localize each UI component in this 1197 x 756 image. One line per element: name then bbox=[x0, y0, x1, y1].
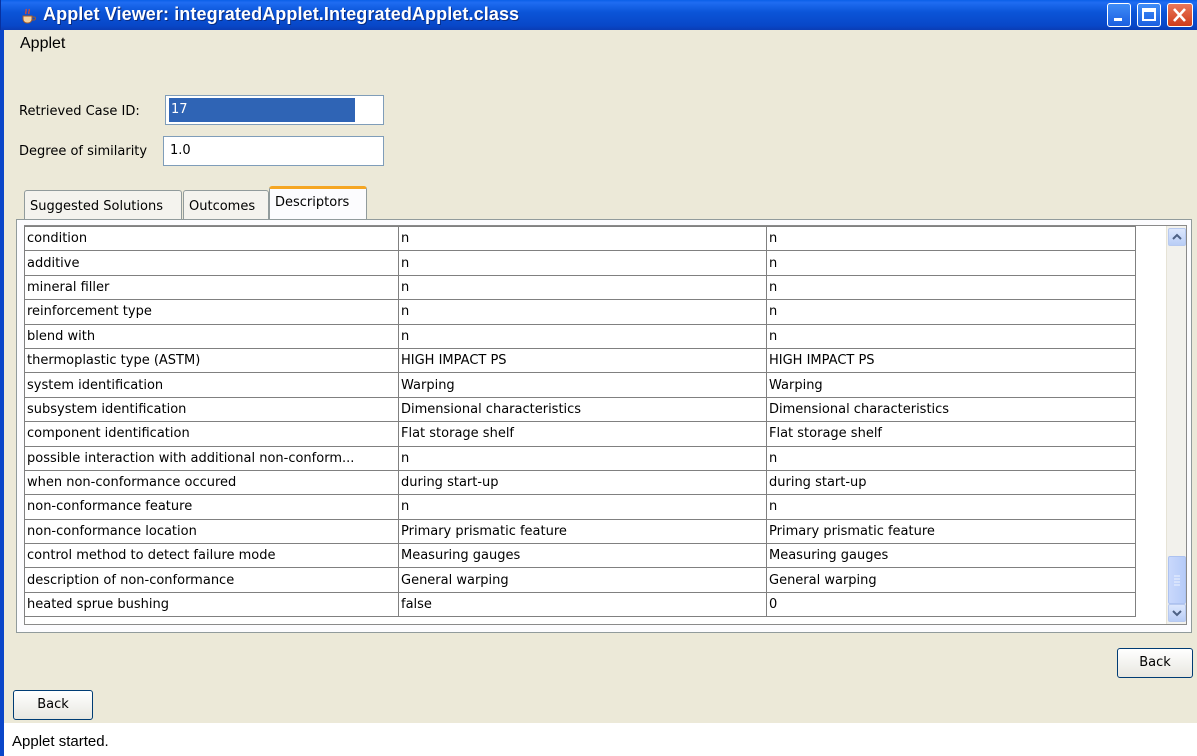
tab-outcomes[interactable]: Outcomes bbox=[183, 190, 269, 220]
case-value-cell[interactable]: n bbox=[766, 250, 1136, 276]
case-value-cell[interactable]: General warping bbox=[766, 567, 1136, 593]
tab-descriptors[interactable]: Descriptors bbox=[269, 186, 367, 221]
case-value-cell[interactable]: Primary prismatic feature bbox=[766, 518, 1136, 545]
table-row[interactable]: component identification Flat storage she… bbox=[24, 421, 1136, 447]
similarity-field[interactable]: 1.0 bbox=[163, 136, 384, 166]
query-value-cell[interactable]: n bbox=[398, 250, 767, 276]
query-value-cell[interactable]: n bbox=[398, 274, 767, 301]
query-value-cell[interactable]: General warping bbox=[398, 567, 767, 593]
query-value-cell[interactable]: n bbox=[398, 445, 767, 471]
table-row[interactable]: control method to detect failure mode Mea… bbox=[24, 543, 1136, 569]
case-value-cell[interactable]: Dimensional characteristics bbox=[766, 396, 1136, 423]
table-row[interactable]: subsystem identification Dimensional char… bbox=[24, 396, 1136, 423]
query-value-cell[interactable]: n bbox=[398, 494, 767, 520]
descriptor-name-cell[interactable]: control method to detect failure mode bbox=[24, 543, 399, 569]
maximize-icon bbox=[1142, 8, 1156, 21]
tab-label: Outcomes bbox=[189, 199, 256, 214]
scroll-up-icon bbox=[1172, 233, 1182, 240]
menu-applet[interactable]: Applet bbox=[20, 35, 65, 53]
case-id-label: Retrieved Case ID: bbox=[19, 104, 140, 119]
table-row[interactable]: when non-conformance occured during start… bbox=[24, 469, 1136, 496]
descriptor-name-cell[interactable]: non-conformance location bbox=[24, 518, 399, 545]
case-value-cell[interactable]: Measuring gauges bbox=[766, 543, 1136, 569]
case-value-cell[interactable]: 0 bbox=[766, 591, 1136, 618]
back-button-panel[interactable]: Back bbox=[1117, 648, 1193, 678]
query-value-cell[interactable]: n bbox=[398, 323, 767, 349]
query-value-cell[interactable]: Flat storage shelf bbox=[398, 421, 767, 447]
title-bar: Applet Viewer: integratedApplet.Integrat… bbox=[0, 0, 1197, 30]
tab-label: Descriptors bbox=[275, 195, 350, 210]
table-row[interactable]: mineral filler n n bbox=[24, 274, 1136, 301]
descriptor-name-cell[interactable]: non-conformance feature bbox=[24, 494, 399, 520]
query-value-cell[interactable]: Dimensional characteristics bbox=[398, 396, 767, 423]
scroll-grip-icon bbox=[1174, 575, 1180, 586]
query-value-cell[interactable]: during start-up bbox=[398, 469, 767, 496]
table-row[interactable]: system identification Warping Warping bbox=[24, 372, 1136, 398]
maximize-button[interactable] bbox=[1137, 3, 1161, 27]
case-value-cell[interactable]: n bbox=[766, 225, 1136, 252]
descriptor-name-cell[interactable]: component identification bbox=[24, 421, 399, 447]
query-value-cell[interactable]: HIGH IMPACT PS bbox=[398, 347, 767, 374]
minimize-icon bbox=[1114, 18, 1122, 21]
descriptor-name-cell[interactable]: possible interaction with additional non… bbox=[24, 445, 399, 471]
descriptor-name-cell[interactable]: mineral filler bbox=[24, 274, 399, 301]
close-button[interactable] bbox=[1167, 3, 1193, 27]
similarity-value: 1.0 bbox=[170, 143, 191, 158]
scroll-thumb[interactable] bbox=[1168, 556, 1186, 604]
case-id-value: 17 bbox=[169, 98, 355, 122]
query-value-cell[interactable]: Measuring gauges bbox=[398, 543, 767, 569]
table-row[interactable]: description of non-conformance General wa… bbox=[24, 567, 1136, 593]
query-value-cell[interactable]: Primary prismatic feature bbox=[398, 518, 767, 545]
query-value-cell[interactable]: Warping bbox=[398, 372, 767, 398]
table-row[interactable]: non-conformance feature n n bbox=[24, 494, 1136, 520]
descriptor-name-cell[interactable]: subsystem identification bbox=[24, 396, 399, 423]
table-row[interactable]: heated sprue bushing false 0 bbox=[24, 591, 1136, 618]
table-row[interactable]: additive n n bbox=[24, 250, 1136, 276]
descriptor-name-cell[interactable]: description of non-conformance bbox=[24, 567, 399, 593]
case-value-cell[interactable]: n bbox=[766, 323, 1136, 349]
descriptor-name-cell[interactable]: blend with bbox=[24, 323, 399, 349]
java-cup-icon bbox=[19, 6, 37, 24]
status-text: Applet started. bbox=[12, 733, 109, 750]
case-value-cell[interactable]: HIGH IMPACT PS bbox=[766, 347, 1136, 374]
window-title: Applet Viewer: integratedApplet.Integrat… bbox=[43, 4, 520, 24]
descriptor-name-cell[interactable]: reinforcement type bbox=[24, 299, 399, 325]
descriptors-table: condition n n additive n n mineral filler n n rei… bbox=[24, 225, 1136, 618]
scroll-down-icon bbox=[1172, 610, 1182, 617]
descriptor-name-cell[interactable]: additive bbox=[24, 250, 399, 276]
back-button-main[interactable]: Back bbox=[13, 690, 93, 720]
table-row[interactable]: non-conformance location Primary prismati… bbox=[24, 518, 1136, 545]
table-row[interactable]: thermoplastic type (ASTM) HIGH IMPACT PS H… bbox=[24, 347, 1136, 374]
descriptor-name-cell[interactable]: heated sprue bushing bbox=[24, 591, 399, 618]
tab-suggested-solutions[interactable]: Suggested Solutions bbox=[24, 190, 182, 220]
minimize-button[interactable] bbox=[1107, 3, 1131, 27]
case-value-cell[interactable]: during start-up bbox=[766, 469, 1136, 496]
query-value-cell[interactable]: n bbox=[398, 225, 767, 252]
table-row[interactable]: condition n n bbox=[24, 225, 1136, 252]
case-value-cell[interactable]: n bbox=[766, 445, 1136, 471]
table-row[interactable]: possible interaction with additional non… bbox=[24, 445, 1136, 471]
descriptor-name-cell[interactable]: when non-conformance occured bbox=[24, 469, 399, 496]
query-value-cell[interactable]: n bbox=[398, 299, 767, 325]
table-row[interactable]: blend with n n bbox=[24, 323, 1136, 349]
similarity-label: Degree of similarity bbox=[19, 144, 148, 159]
menu-bar: Applet bbox=[8, 30, 1197, 58]
table-row[interactable]: reinforcement type n n bbox=[24, 299, 1136, 325]
descriptor-name-cell[interactable]: condition bbox=[24, 225, 399, 252]
close-icon bbox=[1173, 8, 1186, 22]
scroll-up-button[interactable] bbox=[1168, 228, 1186, 246]
case-value-cell[interactable]: Warping bbox=[766, 372, 1136, 398]
case-value-cell[interactable]: n bbox=[766, 299, 1136, 325]
query-value-cell[interactable]: false bbox=[398, 591, 767, 618]
case-id-field[interactable]: 17 bbox=[165, 95, 384, 125]
descriptor-name-cell[interactable]: system identification bbox=[24, 372, 399, 398]
case-value-cell[interactable]: n bbox=[766, 274, 1136, 301]
vertical-scrollbar[interactable] bbox=[1166, 226, 1186, 624]
scroll-down-button[interactable] bbox=[1168, 604, 1186, 622]
case-value-cell[interactable]: n bbox=[766, 494, 1136, 520]
status-bar bbox=[4, 723, 1197, 756]
tab-label: Suggested Solutions bbox=[30, 199, 163, 214]
case-value-cell[interactable]: Flat storage shelf bbox=[766, 421, 1136, 447]
descriptor-name-cell[interactable]: thermoplastic type (ASTM) bbox=[24, 347, 399, 374]
